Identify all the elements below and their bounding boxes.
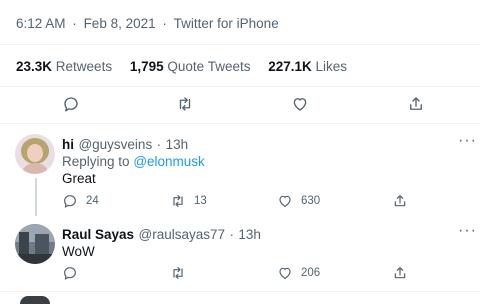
like-count: 206 xyxy=(301,267,321,279)
tweet-stats: 23.3K Retweets 1,795 Quote Tweets 227.1K… xyxy=(16,59,361,74)
quote-tweets-count: 1,795 xyxy=(129,59,164,74)
divider xyxy=(0,44,480,45)
avatar[interactable] xyxy=(15,134,55,174)
meta-separator: · xyxy=(72,16,77,31)
tweet-time[interactable]: 6:12 AM xyxy=(16,16,66,31)
replying-to: Replying to @elonmusk xyxy=(62,154,205,169)
more-icon: ··· xyxy=(458,132,477,149)
like-count: 630 xyxy=(301,195,321,207)
thread-line xyxy=(35,178,37,216)
author-name[interactable]: Raul Sayas xyxy=(62,227,134,242)
reply-time[interactable]: 13h xyxy=(166,137,189,152)
retweets-label: Retweets xyxy=(55,59,113,74)
likes-count: 227.1K xyxy=(268,59,312,74)
reply-count: 24 xyxy=(86,195,99,207)
retweets-stat[interactable]: 23.3K Retweets xyxy=(16,59,112,74)
author-handle[interactable]: @guysveins xyxy=(78,137,152,152)
more-options-button[interactable]: ··· xyxy=(458,132,477,150)
like-button[interactable]: 206 xyxy=(277,265,320,281)
reply-icon xyxy=(64,97,78,112)
retweet-button[interactable] xyxy=(176,95,194,113)
divider xyxy=(0,123,480,124)
reply-icon xyxy=(64,267,76,280)
author-handle[interactable]: @raulsayas77 xyxy=(139,227,226,242)
tweet-client[interactable]: Twitter for iPhone xyxy=(174,16,279,31)
separator: · xyxy=(229,227,234,242)
retweet-button[interactable]: 13 xyxy=(170,193,207,209)
like-button[interactable] xyxy=(291,95,309,113)
reply-button[interactable] xyxy=(62,95,80,113)
reply-header: Raul Sayas @raulsayas77 · 13h xyxy=(62,226,261,244)
quote-tweets-label: Quote Tweets xyxy=(167,59,251,74)
tweet-date[interactable]: Feb 8, 2021 xyxy=(84,16,156,31)
replying-to-mention[interactable]: @elonmusk xyxy=(133,154,204,169)
reply-header: hi @guysveins · 13h xyxy=(62,136,188,154)
avatar-image xyxy=(15,224,55,264)
likes-stat[interactable]: 227.1K Likes xyxy=(268,59,347,74)
divider xyxy=(0,86,480,87)
replying-to-label: Replying to xyxy=(62,154,130,169)
like-icon xyxy=(279,195,291,207)
quote-tweets-stat[interactable]: 1,795 Quote Tweets xyxy=(130,59,251,74)
share-icon xyxy=(394,267,406,279)
retweet-icon xyxy=(173,195,183,207)
avatar-image xyxy=(15,134,55,174)
more-options-button[interactable]: ··· xyxy=(458,222,477,240)
reply-text: WoW xyxy=(62,244,95,259)
reply-time[interactable]: 13h xyxy=(238,227,261,242)
like-icon xyxy=(279,267,291,279)
like-icon xyxy=(293,98,307,111)
reply-button[interactable]: 24 xyxy=(62,193,99,209)
meta-separator: · xyxy=(162,16,167,31)
share-icon xyxy=(394,195,406,207)
separator: · xyxy=(156,137,162,152)
share-button[interactable] xyxy=(392,265,408,281)
more-icon: ··· xyxy=(458,222,477,239)
retweet-button[interactable] xyxy=(170,265,186,281)
retweet-icon xyxy=(173,267,183,279)
reply-button[interactable] xyxy=(62,265,78,281)
share-button[interactable] xyxy=(407,95,425,113)
retweet-icon xyxy=(179,97,191,111)
reply-text: Great xyxy=(62,171,96,186)
avatar[interactable] xyxy=(15,224,55,264)
reply-icon xyxy=(64,195,76,208)
avatar[interactable] xyxy=(20,296,50,304)
share-icon xyxy=(410,97,422,110)
like-button[interactable]: 630 xyxy=(277,193,320,209)
tweet-metadata: 6:12 AM · Feb 8, 2021 · Twitter for iPho… xyxy=(16,16,279,31)
divider xyxy=(0,291,480,292)
likes-label: Likes xyxy=(315,59,348,74)
author-name[interactable]: hi xyxy=(62,137,74,152)
share-button[interactable] xyxy=(392,193,408,209)
retweets-count: 23.3K xyxy=(16,59,53,74)
retweet-count: 13 xyxy=(194,195,207,207)
